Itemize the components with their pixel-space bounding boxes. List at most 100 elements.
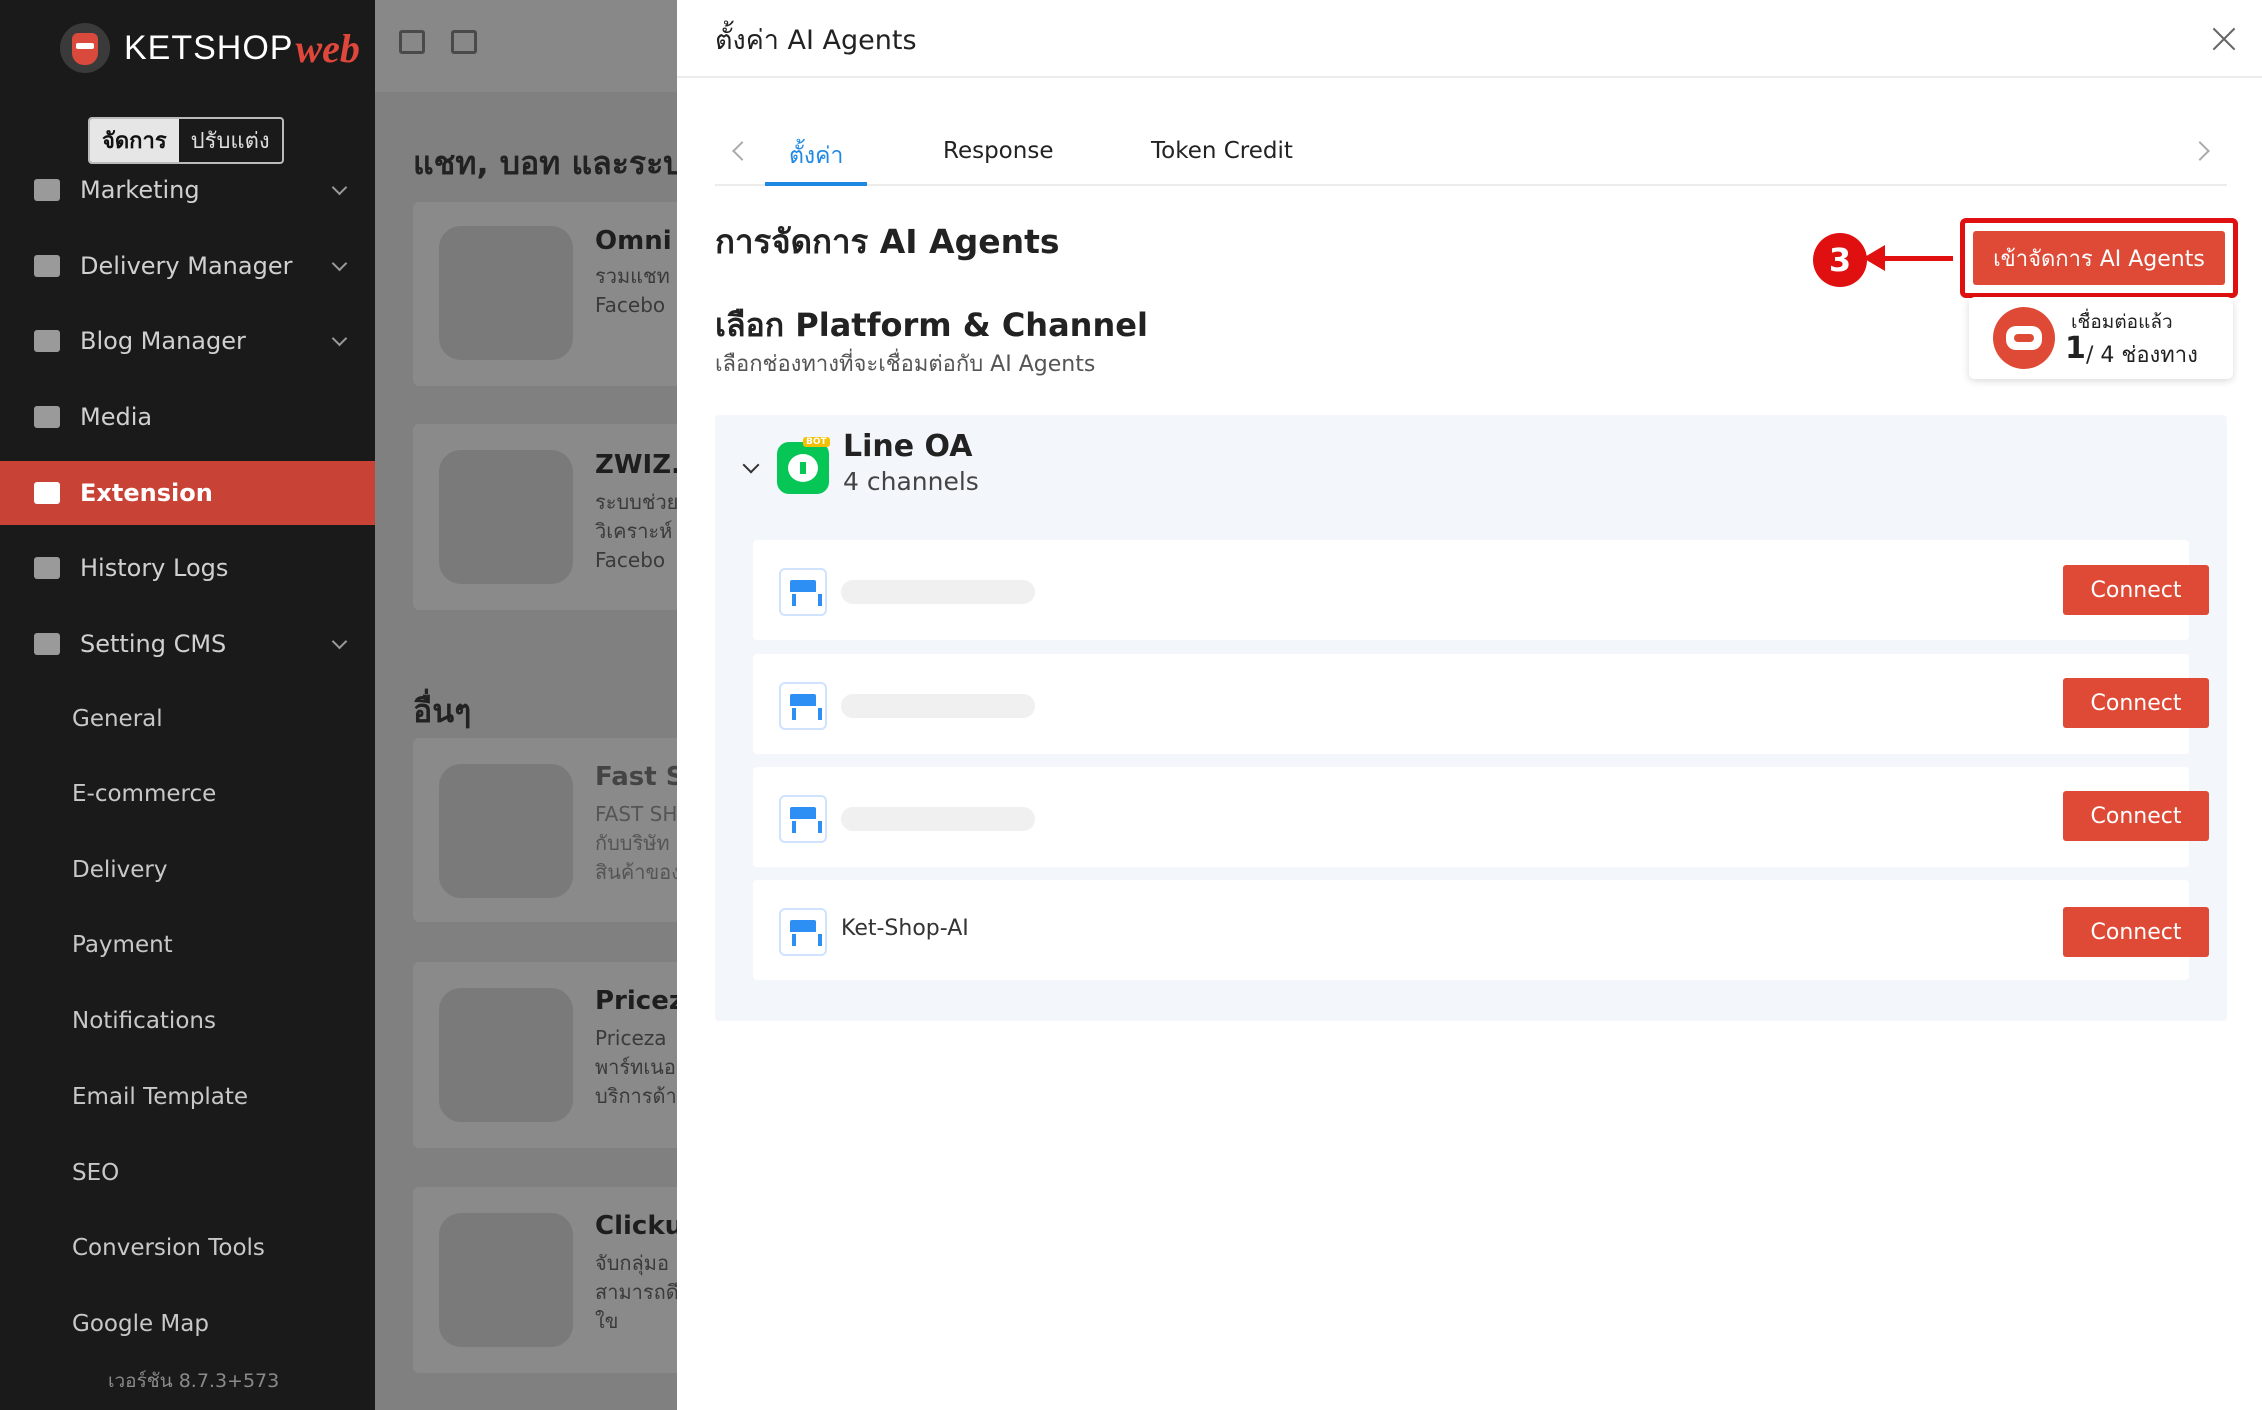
connect-button[interactable]: Connect [2063, 907, 2209, 957]
logo[interactable]: KETSHOP web [60, 18, 360, 78]
sidebar-item-label: Extension [80, 479, 213, 507]
extension-card-omni[interactable]: Omni รวมแชท Facebo [413, 202, 677, 386]
card-desc: ระบบช่วย [595, 490, 677, 514]
card-desc: FAST SH [595, 802, 677, 826]
card-name: Omni [595, 226, 672, 256]
drawer-title: ตั้งค่า AI Agents [715, 25, 917, 56]
mode-toggle: จัดการ ปรับแต่ง [88, 117, 284, 164]
sidebar-subitem-conversion-tools[interactable]: Conversion Tools [72, 1235, 265, 1261]
channel-name-placeholder [841, 694, 1035, 718]
card-desc: รวมแชท [595, 264, 670, 288]
sidebar: KETSHOP web จัดการ ปรับแต่ง Marketing De… [0, 0, 375, 1410]
extension-card-priceza[interactable]: Pricez Priceza พาร์ทเนอ บริการด้า [413, 962, 677, 1148]
sidebar-item-setting-cms[interactable]: Setting CMS [0, 612, 375, 676]
card-desc: Facebo [595, 293, 666, 317]
status-total: / 4 ช่องทาง [2086, 343, 2198, 368]
platform-section-desc: เลือกช่องทางที่จะเชื่อมต่อกับ AI Agents [715, 352, 1096, 377]
sidebar-subitem-delivery[interactable]: Delivery [72, 857, 167, 883]
priceza-logo-icon [439, 988, 573, 1122]
mode-manage-button[interactable]: จัดการ [90, 119, 179, 162]
chevron-down-icon[interactable] [742, 456, 760, 474]
status-count: 1 [2065, 331, 2086, 366]
sidebar-item-label: Delivery Manager [80, 252, 293, 280]
zwiz-logo-icon [439, 450, 573, 584]
sidebar-item-history-logs[interactable]: History Logs [0, 536, 375, 600]
megaphone-icon [34, 179, 60, 201]
card-desc: พาร์ทเนอ [595, 1055, 676, 1079]
ai-agents-drawer: ตั้งค่า AI Agents ตั้งค่า Response Token… [677, 0, 2262, 1410]
tab-settings[interactable]: ตั้งค่า [789, 138, 843, 174]
sidebar-item-blog-manager[interactable]: Blog Manager [0, 309, 375, 373]
logo-web-text: web [295, 25, 360, 71]
sidebar-subitem-notifications[interactable]: Notifications [72, 1008, 216, 1034]
channel-row: Connect [753, 767, 2209, 867]
manage-ai-agents-button[interactable]: เข้าจัดการ AI Agents [1973, 231, 2225, 285]
connect-button[interactable]: Connect [2063, 791, 2209, 841]
card-desc: ใข [595, 1309, 619, 1333]
ketshop-logo-icon [60, 23, 110, 73]
channel-row: Connect [753, 654, 2209, 754]
newspaper-icon [34, 330, 60, 352]
chevron-down-icon [331, 179, 348, 196]
card-desc: Facebo [595, 548, 666, 572]
channel-name: Ket-Shop-AI [841, 916, 969, 941]
connect-button[interactable]: Connect [2063, 678, 2209, 728]
card-name: ZWIZ.A [595, 450, 677, 480]
sidebar-subitem-email-template[interactable]: Email Template [72, 1084, 248, 1110]
channel-row: Ket-Shop-AI Connect [753, 880, 2209, 980]
sidebar-item-marketing[interactable]: Marketing [0, 158, 375, 222]
bot-badge: BOT [803, 437, 830, 447]
card-desc: กับบริษัท [595, 831, 670, 855]
platform-section-title: เลือก Platform & Channel [715, 306, 1148, 344]
fullscreen-icon[interactable] [451, 30, 477, 54]
sidebar-item-label: Media [80, 403, 153, 431]
sidebar-item-extension[interactable]: Extension [0, 461, 375, 525]
channel-name-placeholder [841, 807, 1035, 831]
sidebar-item-label: History Logs [80, 554, 229, 582]
chevron-down-icon [331, 255, 348, 272]
platform-panel-line-oa: BOT Line OA 4 channels Connect Connect C… [715, 415, 2227, 1021]
chat-bubble-icon [439, 226, 573, 360]
fastship-logo-icon [439, 764, 573, 898]
tab-scroll-left-icon[interactable] [732, 141, 752, 161]
sidebar-item-delivery-manager[interactable]: Delivery Manager [0, 234, 375, 298]
card-desc: Priceza [595, 1026, 667, 1050]
chevron-down-icon [331, 633, 348, 650]
sidebar-subitem-general[interactable]: General [72, 706, 163, 732]
sidebar-subitem-seo[interactable]: SEO [72, 1160, 119, 1186]
version-label: เวอร์ชัน 8.7.3+573 [108, 1370, 280, 1392]
extension-card-fastship[interactable]: Fast Sl FAST SH กับบริษัท สินค้าของ [413, 738, 677, 922]
sidebar-subitem-ecommerce[interactable]: E-commerce [72, 781, 216, 807]
list-icon [34, 557, 60, 579]
close-icon[interactable] [2207, 22, 2241, 56]
sidebar-item-media[interactable]: Media [0, 385, 375, 449]
card-name: Pricez [595, 986, 677, 1016]
clickup-logo-icon [439, 1213, 573, 1347]
extension-card-zwiz[interactable]: ZWIZ.A ระบบช่วย วิเคราะห์ Facebo [413, 424, 677, 610]
sidebar-subitem-payment[interactable]: Payment [72, 932, 173, 958]
sidebar-item-label: Marketing [80, 176, 200, 204]
tab-scroll-right-icon[interactable] [2190, 141, 2210, 161]
store-icon [779, 682, 827, 730]
card-desc: บริการด้า [595, 1084, 677, 1108]
tab-response[interactable]: Response [943, 138, 1053, 164]
folder-icon [34, 406, 60, 428]
card-desc: วิเคราะห์ [595, 519, 673, 543]
card-name: Fast Sl [595, 762, 677, 792]
tab-token-credit[interactable]: Token Credit [1151, 138, 1293, 164]
annotation-arrow-line [1877, 256, 1953, 261]
background-content: แชท, บอท และระบอ Omni รวมแชท Facebo ZWIZ… [375, 0, 677, 1410]
sidebar-subitem-google-map[interactable]: Google Map [72, 1311, 209, 1337]
chevron-down-icon [331, 330, 348, 347]
connect-button[interactable]: Connect [2063, 565, 2209, 615]
truck-icon [34, 255, 60, 277]
card-desc: สามารถดึ [595, 1280, 677, 1304]
menu-collapse-icon[interactable] [399, 30, 425, 54]
section-heading-chat: แชท, บอท และระบอ [413, 144, 677, 182]
mode-customize-button[interactable]: ปรับแต่ง [179, 119, 282, 162]
section-title: การจัดการ AI Agents [715, 222, 1060, 261]
extension-card-clickup[interactable]: Clicku จับกลุ่มอ สามารถดึ ใข [413, 1187, 677, 1373]
store-icon [779, 795, 827, 843]
logo-text: KETSHOP [124, 28, 294, 67]
card-name: Clicku [595, 1211, 677, 1241]
